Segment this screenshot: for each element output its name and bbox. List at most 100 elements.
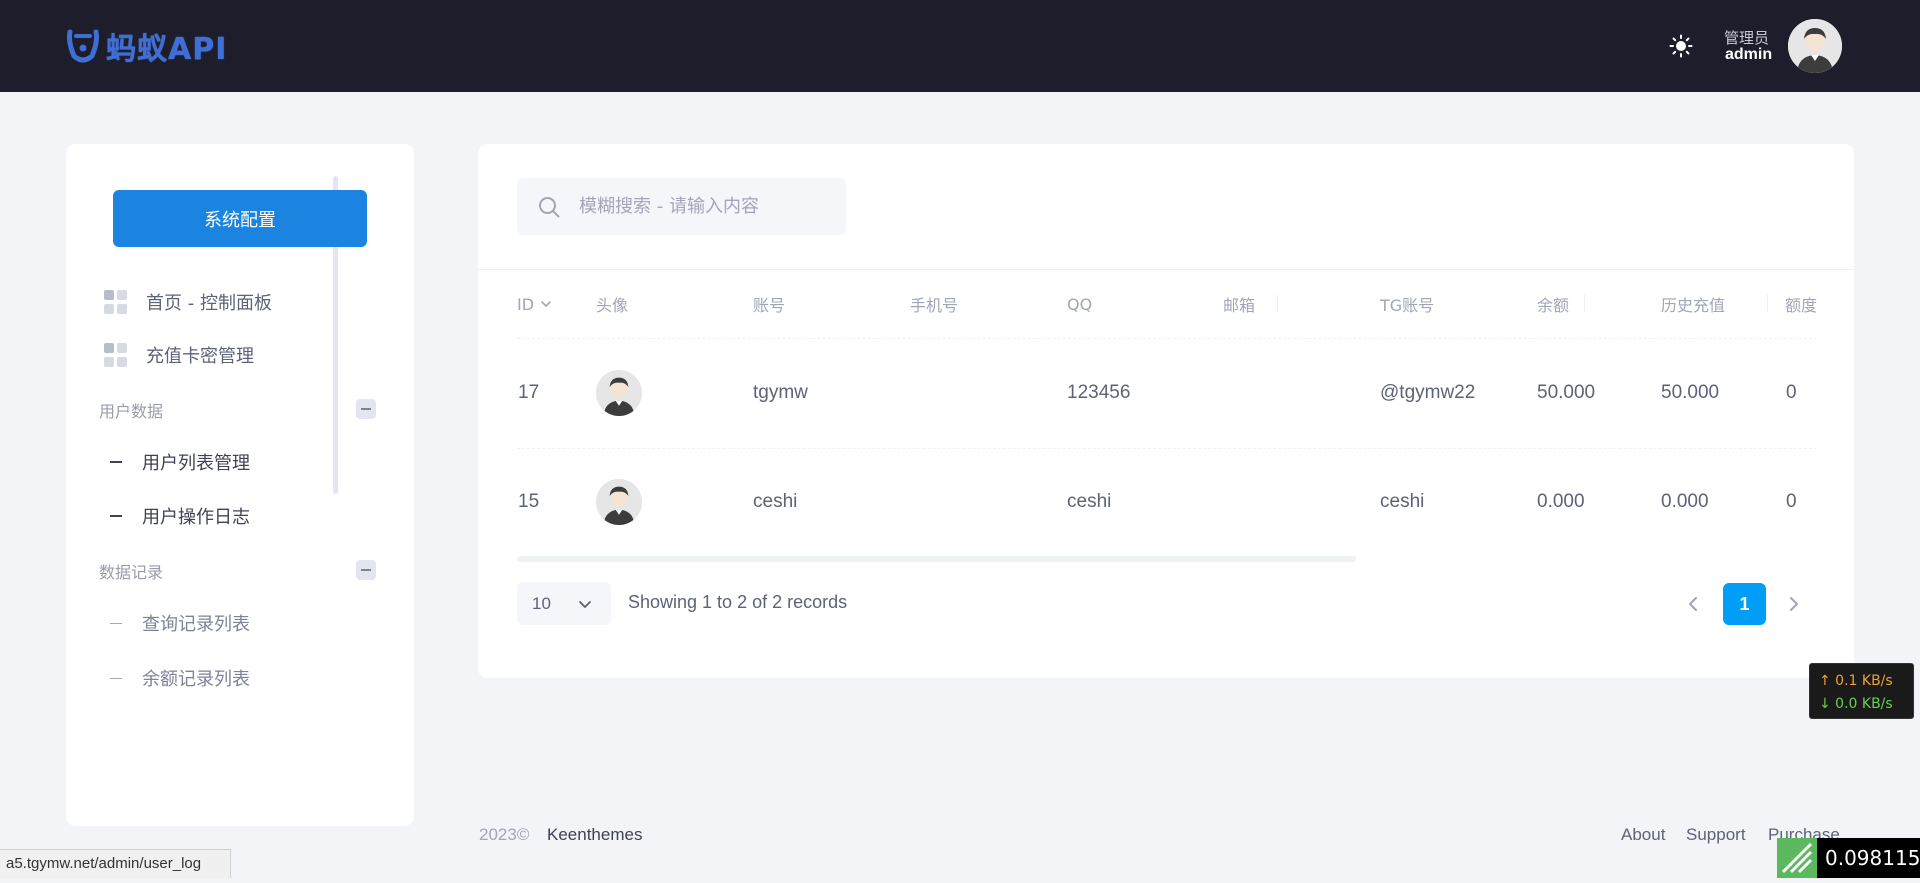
avatar-icon — [596, 370, 642, 416]
row-divider — [517, 448, 1817, 449]
column-header-avatar[interactable]: 头像 — [596, 294, 629, 315]
status-bar-url: a5.tgymw.net/admin/user_log — [0, 849, 231, 878]
page-size-value: 10 — [532, 593, 551, 613]
cell-history: 50.000 — [1661, 382, 1720, 403]
sidebar-item-query-records[interactable]: 查询记录列表 — [110, 608, 380, 638]
column-header-label: 邮箱 — [1223, 296, 1256, 315]
chevron-right-icon — [1790, 597, 1798, 611]
search-input[interactable] — [579, 196, 829, 217]
chevron-down-icon — [579, 601, 591, 608]
section-title-data-records: 数据记录 — [99, 563, 164, 582]
sidebar-item-label: 余额记录列表 — [142, 669, 250, 690]
search-icon — [539, 196, 560, 217]
user-name: admin — [1725, 46, 1773, 63]
column-header-label: 余额 — [1537, 296, 1570, 315]
footer-link-support[interactable]: Support — [1686, 825, 1746, 845]
previous-page-button[interactable] — [1681, 592, 1705, 616]
cell-tg: @tgymw22 — [1380, 382, 1476, 403]
footer-copyright-year: 2023© — [479, 825, 530, 844]
cell-id: 17 — [518, 382, 540, 403]
column-separator — [1277, 294, 1278, 312]
page-timer: 0.098115s — [1777, 838, 1920, 878]
footer-brand-link[interactable]: Keenthemes — [547, 825, 642, 845]
column-header-label: 历史充值 — [1661, 296, 1726, 315]
cell-id: 15 — [518, 491, 540, 512]
download-speed: ↓ 0.0 KB/s — [1819, 696, 1893, 712]
network-speed-widget: ↑ 0.1 KB/s ↓ 0.0 KB/s — [1809, 663, 1914, 719]
column-header-label: 手机号 — [910, 296, 959, 315]
column-header-label: 账号 — [753, 296, 786, 315]
page-size-select[interactable]: 10 — [517, 582, 611, 625]
column-header-quota[interactable]: 额度 — [1785, 294, 1818, 315]
sidebar-item-dashboard[interactable]: 首页 - 控制面板 — [104, 287, 384, 317]
top-header: 蚂蚁API 管理员 admin — [0, 0, 1920, 92]
column-header-phone[interactable]: 手机号 — [910, 294, 959, 315]
chevron-left-icon — [1689, 597, 1697, 611]
bullet-dash-icon — [110, 677, 122, 679]
column-header-history[interactable]: 历史充值 — [1661, 294, 1726, 315]
sidebar-item-label: 用户列表管理 — [142, 453, 250, 474]
column-header-email[interactable]: 邮箱 — [1223, 294, 1256, 315]
sidebar-item-label: 查询记录列表 — [142, 614, 250, 635]
column-header-label: QQ — [1067, 294, 1093, 314]
logo[interactable]: 蚂蚁API — [66, 26, 228, 67]
sidebar-item-recharge-cards[interactable]: 充值卡密管理 — [104, 340, 384, 370]
timer-value: 0.098115s — [1825, 846, 1920, 870]
row-divider — [517, 338, 1817, 339]
column-separator — [1584, 294, 1585, 312]
bullet-dash-icon — [110, 622, 122, 624]
cell-history: 0.000 — [1661, 491, 1709, 512]
bullet-dash-icon — [110, 461, 122, 463]
timer-logo-icon — [1777, 838, 1817, 878]
sidebar-item-label: 充值卡密管理 — [146, 346, 254, 367]
sidebar-item-user-log[interactable]: 用户操作日志 — [110, 501, 380, 531]
cell-qq: 123456 — [1067, 382, 1131, 403]
system-config-button[interactable]: 系统配置 — [113, 190, 367, 247]
avatar-icon — [596, 479, 642, 525]
grid-icon — [104, 290, 128, 314]
section-title-user-data: 用户数据 — [99, 402, 164, 421]
cell-quota: 0 — [1786, 491, 1797, 512]
avatar-icon — [1788, 19, 1842, 73]
logo-text: 蚂蚁API — [106, 32, 228, 67]
upload-speed: ↑ 0.1 KB/s — [1819, 673, 1893, 689]
user-role: 管理员 — [1724, 30, 1770, 47]
sidebar-item-label: 用户操作日志 — [142, 507, 250, 528]
footer-link-about[interactable]: About — [1621, 825, 1665, 845]
cell-account: tgymw — [753, 382, 808, 403]
column-separator — [1767, 294, 1768, 312]
cell-quota: 0 — [1786, 382, 1797, 403]
column-header-label: ID — [517, 294, 535, 314]
page-number-button[interactable]: 1 — [1723, 583, 1766, 625]
column-header-qq[interactable]: QQ — [1067, 294, 1092, 314]
grid-icon — [104, 343, 128, 367]
column-header-label: 头像 — [596, 296, 629, 315]
column-header-id[interactable]: ID — [517, 294, 552, 314]
collapse-toggle-icon[interactable] — [356, 560, 376, 580]
cell-tg: ceshi — [1380, 491, 1425, 512]
collapse-toggle-icon[interactable] — [356, 399, 376, 419]
sidebar-item-user-list[interactable]: 用户列表管理 — [110, 447, 380, 477]
cell-balance: 0.000 — [1537, 491, 1585, 512]
next-page-button[interactable] — [1782, 592, 1806, 616]
column-header-balance[interactable]: 余额 — [1537, 294, 1570, 315]
records-info: Showing 1 to 2 of 2 records — [628, 592, 848, 612]
column-header-tg[interactable]: TG账号 — [1380, 294, 1435, 315]
divider — [478, 269, 1854, 270]
row-avatar — [596, 370, 642, 416]
column-header-label: TG账号 — [1380, 296, 1435, 315]
bullet-dash-icon — [110, 515, 122, 517]
table-horizontal-scrollbar[interactable] — [517, 556, 1356, 562]
cell-qq: ceshi — [1067, 491, 1112, 512]
column-header-account[interactable]: 账号 — [753, 294, 786, 315]
sun-icon — [1669, 34, 1693, 58]
sidebar-item-balance-records[interactable]: 余额记录列表 — [110, 663, 380, 693]
sidebar-item-label: 首页 - 控制面板 — [146, 293, 272, 314]
sort-caret-icon — [541, 301, 551, 308]
column-header-label: 额度 — [1785, 296, 1818, 315]
cell-balance: 50.000 — [1537, 382, 1596, 403]
user-avatar[interactable] — [1788, 19, 1842, 73]
theme-toggle-button[interactable] — [1668, 33, 1694, 59]
row-avatar — [596, 479, 642, 525]
search-box[interactable] — [517, 178, 846, 235]
